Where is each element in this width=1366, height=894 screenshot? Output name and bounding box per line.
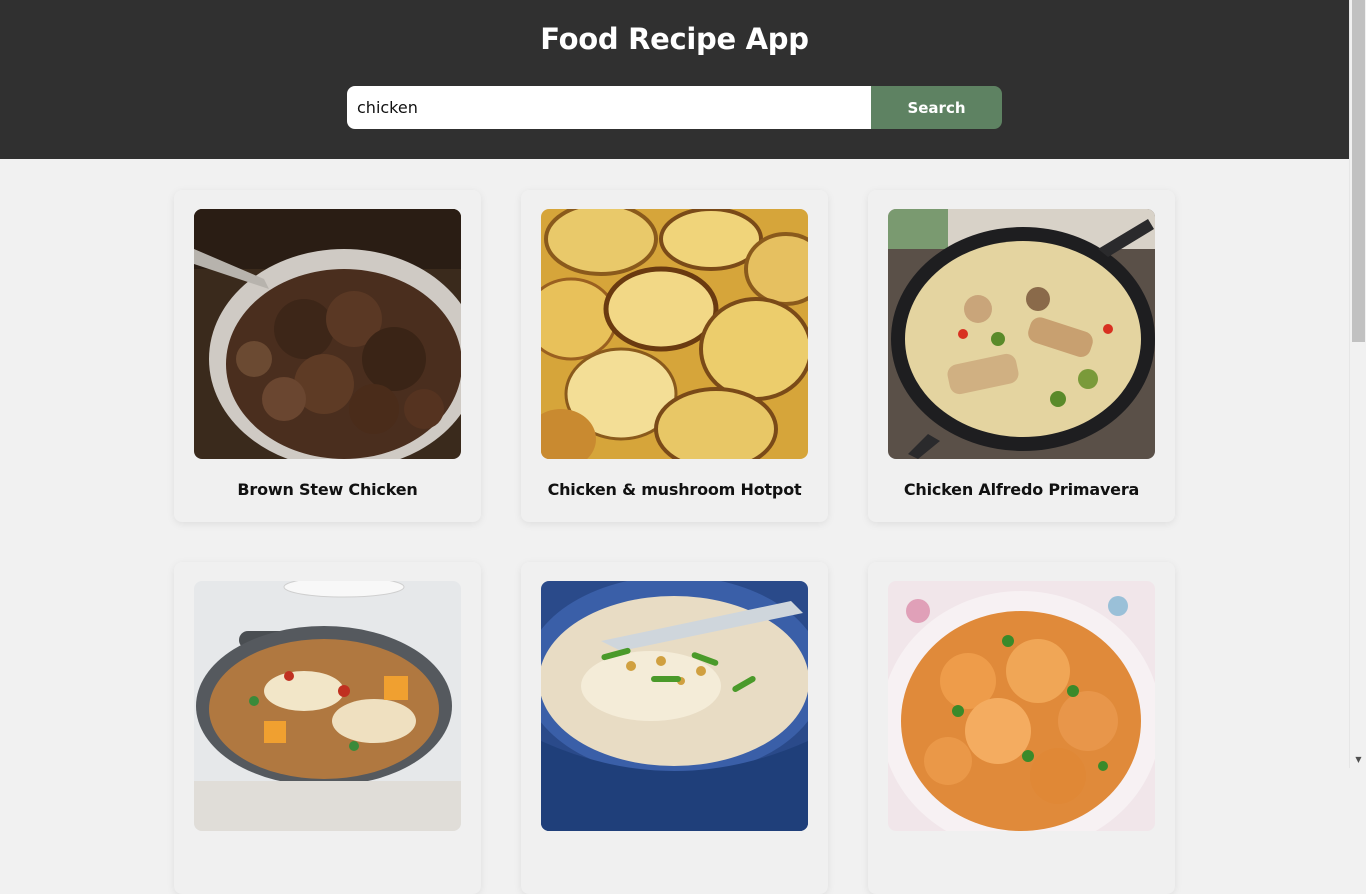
- recipe-image[interactable]: [888, 209, 1155, 459]
- recipe-title: Chicken Alfredo Primavera: [903, 480, 1140, 499]
- recipe-card[interactable]: Brown Stew Chicken: [174, 190, 481, 522]
- chicken-mushroom-hotpot-image: [541, 209, 808, 459]
- app-title: Food Recipe App: [540, 22, 809, 56]
- recipe-title: Brown Stew Chicken: [237, 480, 418, 499]
- chicken-curry-image: [888, 581, 1155, 831]
- recipe-image[interactable]: [888, 581, 1155, 831]
- scrollbar-thumb[interactable]: [1352, 0, 1365, 342]
- recipe-image[interactable]: [541, 209, 808, 459]
- recipe-card[interactable]: [868, 562, 1175, 894]
- recipe-image[interactable]: [194, 209, 461, 459]
- search-input[interactable]: [347, 86, 871, 129]
- search-form: Search: [347, 86, 1002, 129]
- recipe-image[interactable]: [541, 581, 808, 831]
- recipe-title: Chicken & mushroom Hotpot: [547, 480, 802, 499]
- recipe-card[interactable]: [174, 562, 481, 894]
- recipe-card[interactable]: [521, 562, 828, 894]
- chicken-alfredo-primavera-image: [888, 209, 1155, 459]
- recipe-image[interactable]: [194, 581, 461, 831]
- page-scrollbar[interactable]: ▼: [1349, 0, 1366, 768]
- brown-stew-chicken-image: [194, 209, 461, 459]
- recipe-card[interactable]: Chicken Alfredo Primavera: [868, 190, 1175, 522]
- search-button[interactable]: Search: [871, 86, 1002, 129]
- scroll-down-arrow-icon[interactable]: ▼: [1350, 751, 1366, 768]
- app-header: Food Recipe App Search: [0, 0, 1349, 159]
- chicken-congee-image: [541, 581, 808, 831]
- recipe-card[interactable]: Chicken & mushroom Hotpot: [521, 190, 828, 522]
- chicken-casserole-image: [194, 581, 461, 831]
